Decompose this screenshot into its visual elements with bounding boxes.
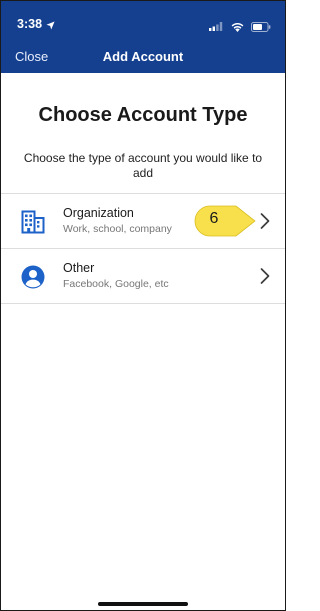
phone-screen: 3:38 Close Add Account Choose Account Ty… xyxy=(0,0,286,611)
battery-icon xyxy=(248,18,271,35)
account-type-title: Organization xyxy=(63,206,134,220)
cellular-signal-icon xyxy=(206,18,227,35)
home-indicator xyxy=(98,602,188,606)
page-subtitle: Choose the type of account you would lik… xyxy=(23,151,263,180)
account-type-subtitle: Work, school, company xyxy=(63,223,172,235)
page-title: Choose Account Type xyxy=(38,104,248,126)
location-arrow-icon xyxy=(46,17,55,35)
status-bar: 3:38 xyxy=(1,1,285,41)
account-type-other[interactable]: Other Facebook, Google, etc xyxy=(1,249,285,303)
divider xyxy=(1,303,285,304)
person-icon xyxy=(21,265,45,289)
building-icon xyxy=(21,210,45,234)
nav-bar: Close Add Account xyxy=(1,41,285,73)
system-icons xyxy=(206,18,271,36)
step-number: 6 xyxy=(209,210,219,227)
account-type-title: Other xyxy=(63,261,95,275)
chevron-right-icon xyxy=(259,212,271,230)
account-type-subtitle: Facebook, Google, etc xyxy=(63,278,169,290)
nav-title: Add Account xyxy=(102,49,184,64)
wifi-icon xyxy=(228,18,248,35)
chevron-right-icon xyxy=(259,267,271,285)
status-time: 3:38 xyxy=(17,17,43,31)
